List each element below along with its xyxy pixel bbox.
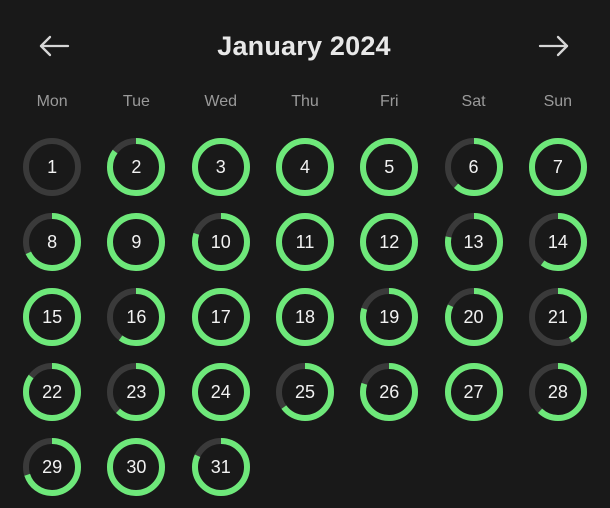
day-ring-29[interactable]: 29 (23, 437, 82, 496)
day-ring-9[interactable]: 9 (107, 212, 166, 271)
day-cell: 1 (10, 129, 94, 204)
day-cell: 18 (263, 279, 347, 354)
day-cell: 21 (516, 279, 600, 354)
arrow-left-icon (37, 33, 71, 59)
day-ring-4[interactable]: 4 (275, 137, 334, 196)
day-cell: 23 (94, 354, 178, 429)
habit-calendar: January 2024 Mon Tue Wed Thu Fri Sat Sun 12345… (0, 0, 610, 508)
day-cell: 20 (431, 279, 515, 354)
day-ring-31[interactable]: 31 (191, 437, 250, 496)
day-cell: 26 (347, 354, 431, 429)
day-ring-6[interactable]: 6 (444, 137, 503, 196)
day-cell: 19 (347, 279, 431, 354)
day-ring-21[interactable]: 21 (528, 287, 587, 346)
weekday-label-tue: Tue (122, 93, 150, 110)
day-ring-22[interactable]: 22 (23, 362, 82, 421)
day-cell: 5 (347, 129, 431, 204)
day-ring-8[interactable]: 8 (23, 212, 82, 271)
day-cell: 13 (431, 204, 515, 279)
arrow-right-icon (537, 33, 571, 59)
previous-month-button[interactable] (32, 24, 76, 68)
day-cell: 22 (10, 354, 94, 429)
day-cell: 27 (431, 354, 515, 429)
day-cell: 6 (431, 129, 515, 204)
calendar-header: January 2024 (0, 0, 610, 92)
day-cell: 4 (263, 129, 347, 204)
day-ring-23[interactable]: 23 (107, 362, 166, 421)
day-ring-11[interactable]: 11 (275, 212, 334, 271)
day-ring-30[interactable]: 30 (107, 437, 166, 496)
weekday-header-row: Mon Tue Wed Thu Fri Sat Sun (0, 94, 610, 110)
day-ring-13[interactable]: 13 (444, 212, 503, 271)
day-cell: 25 (263, 354, 347, 429)
day-ring-3[interactable]: 3 (191, 137, 250, 196)
weekday-label-sat: Sat (461, 93, 486, 110)
day-cell: 16 (94, 279, 178, 354)
day-cell: 14 (516, 204, 600, 279)
day-ring-16[interactable]: 16 (107, 287, 166, 346)
day-cell: 2 (94, 129, 178, 204)
day-ring-17[interactable]: 17 (191, 287, 250, 346)
day-ring-28[interactable]: 28 (528, 362, 587, 421)
day-cell: 12 (347, 204, 431, 279)
weekday-label-mon: Mon (36, 93, 68, 110)
day-cell: 10 (179, 204, 263, 279)
day-ring-27[interactable]: 27 (444, 362, 503, 421)
page-title: January 2024 (217, 30, 391, 61)
day-ring-15[interactable]: 15 (23, 287, 82, 346)
day-cell: 29 (10, 429, 94, 504)
weekday-label-thu: Thu (291, 93, 319, 110)
day-cell: 8 (10, 204, 94, 279)
day-grid: 1 2 3 4 5 6 7 8 9 10 11 12 13 14 15 16 17 18 19 20 21 22 23 24 2… (0, 129, 610, 504)
day-cell: 24 (179, 354, 263, 429)
day-ring-20[interactable]: 20 (444, 287, 503, 346)
weekday-label-fri: Fri (379, 93, 399, 110)
day-ring-26[interactable]: 26 (360, 362, 419, 421)
day-ring-25[interactable]: 25 (275, 362, 334, 421)
weekday-label-wed: Wed (204, 93, 237, 110)
day-ring-19[interactable]: 19 (360, 287, 419, 346)
day-cell: 11 (263, 204, 347, 279)
day-ring-7[interactable]: 7 (528, 137, 587, 196)
day-ring-5[interactable]: 5 (360, 137, 419, 196)
day-cell: 17 (179, 279, 263, 354)
day-ring-18[interactable]: 18 (275, 287, 334, 346)
day-cell: 28 (516, 354, 600, 429)
day-ring-12[interactable]: 12 (360, 212, 419, 271)
day-cell: 31 (179, 429, 263, 504)
day-ring-14[interactable]: 14 (528, 212, 587, 271)
day-cell: 9 (94, 204, 178, 279)
day-ring-24[interactable]: 24 (191, 362, 250, 421)
next-month-button[interactable] (532, 24, 576, 68)
day-ring-10[interactable]: 10 (191, 212, 250, 271)
day-cell: 30 (94, 429, 178, 504)
day-cell: 15 (10, 279, 94, 354)
day-ring-2[interactable]: 2 (107, 137, 166, 196)
day-cell: 7 (516, 129, 600, 204)
day-cell: 3 (179, 129, 263, 204)
weekday-label-sun: Sun (543, 93, 573, 110)
day-ring-1[interactable]: 1 (23, 137, 82, 196)
